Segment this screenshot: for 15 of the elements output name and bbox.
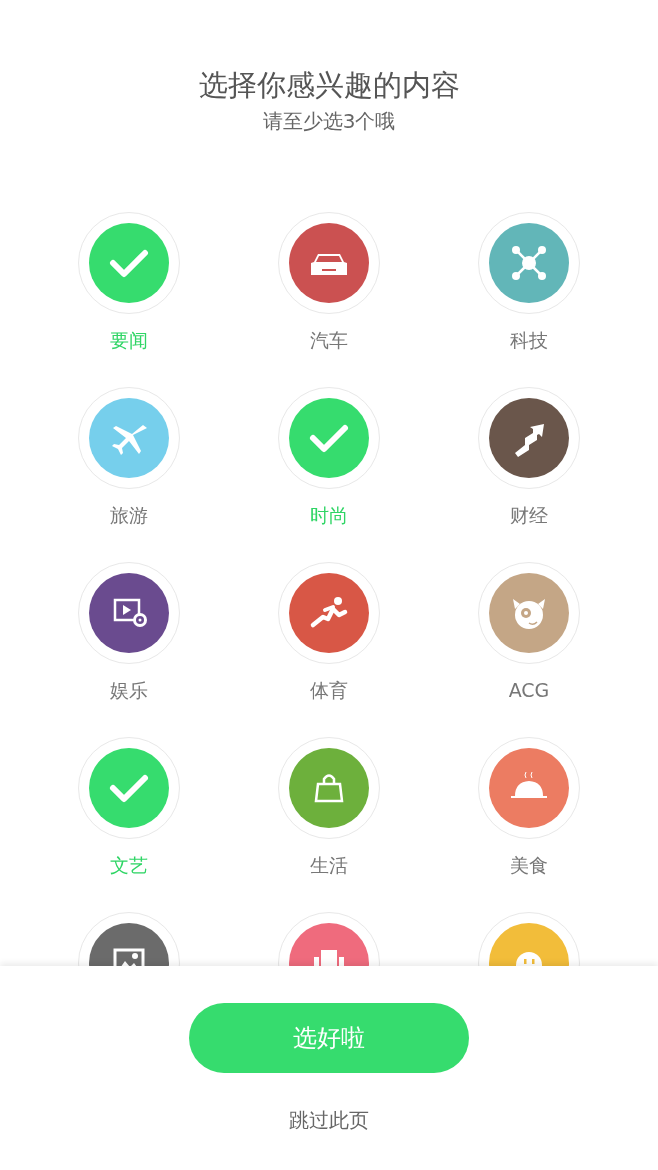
page-subtitle: 请至少选3个哦 [262, 108, 396, 134]
topic-label: 生活 [310, 854, 348, 876]
topic-label: 旅游 [110, 504, 148, 526]
topic-label: ACG [508, 679, 550, 701]
topic-label: 娱乐 [110, 679, 148, 701]
topic-label: 文艺 [110, 854, 148, 876]
topic-label: 科技 [510, 329, 548, 351]
topic-label: 美食 [510, 854, 548, 876]
topic-label: 时尚 [310, 504, 348, 526]
page-title: 选择你感兴趣的内容 [198, 67, 460, 103]
topic-label: 要闻 [110, 329, 148, 351]
topic-label: 财经 [510, 504, 548, 526]
topic-label: 体育 [310, 679, 348, 701]
skip-link[interactable]: 跳过此页 [289, 1107, 369, 1133]
topic-label: 汽车 [310, 329, 348, 351]
